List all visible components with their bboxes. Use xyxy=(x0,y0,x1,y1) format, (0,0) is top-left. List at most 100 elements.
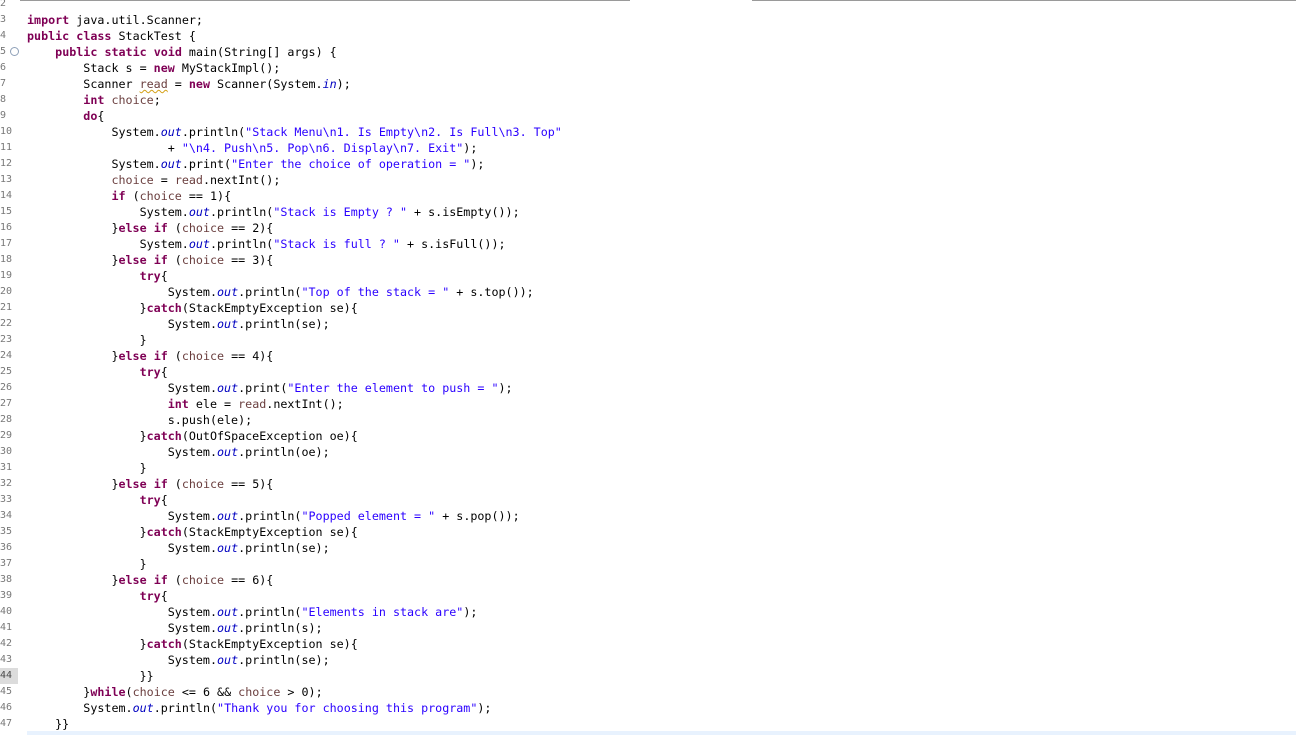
code-text: System.out.println("Stack Menu\n1. Is Em… xyxy=(27,125,562,139)
code-line[interactable]: 40 System.out.println("Elements in stack… xyxy=(0,604,1296,620)
line-number: 41 xyxy=(0,622,13,633)
line-number: 17 xyxy=(0,238,13,249)
code-text: System.out.println("Elements in stack ar… xyxy=(27,605,478,619)
code-line[interactable]: 43 System.out.println(se); xyxy=(0,652,1296,668)
code-line[interactable]: 20 System.out.println("Top of the stack … xyxy=(0,284,1296,300)
code-line[interactable]: 23 } xyxy=(0,332,1296,348)
code-line[interactable]: 46 System.out.println("Thank you for cho… xyxy=(0,700,1296,716)
code-line[interactable]: 19 try{ xyxy=(0,268,1296,284)
code-line[interactable]: 42 }catch(StackEmptyException se){ xyxy=(0,636,1296,652)
line-number: 9 xyxy=(0,110,7,121)
line-number: 28 xyxy=(0,414,13,425)
line-number: 14 xyxy=(0,190,13,201)
code-line[interactable]: 30 System.out.println(oe); xyxy=(0,444,1296,460)
line-number: 16 xyxy=(0,222,13,233)
code-line[interactable]: 11 + "\n4. Push\n5. Pop\n6. Display\n7. … xyxy=(0,140,1296,156)
code-text: System.out.print("Enter the element to p… xyxy=(27,381,513,395)
code-editor[interactable]: 2 3 import java.util.Scanner; 4 public class… xyxy=(0,0,1296,732)
line-number: 29 xyxy=(0,430,13,441)
line-number: 21 xyxy=(0,302,13,313)
code-line[interactable]: 38 }else if (choice == 6){ xyxy=(0,572,1296,588)
line-number: 35 xyxy=(0,526,13,537)
code-line[interactable]: 12 System.out.print("Enter the choice of… xyxy=(0,156,1296,172)
line-number: 19 xyxy=(0,270,13,281)
code-line[interactable]: 17 System.out.println("Stack is full ? "… xyxy=(0,236,1296,252)
code-line[interactable]: 21 }catch(StackEmptyException se){ xyxy=(0,300,1296,316)
line-number: 47 xyxy=(0,718,13,729)
line-number: 40 xyxy=(0,606,13,617)
code-line[interactable]: 9 do{ xyxy=(0,108,1296,124)
code-text: int choice; xyxy=(83,93,161,107)
line-number: 12 xyxy=(0,158,13,169)
code-line[interactable]: 26 System.out.print("Enter the element t… xyxy=(0,380,1296,396)
code-line[interactable]: 36 System.out.println(se); xyxy=(0,540,1296,556)
code-line[interactable]: 5 public static void main(String[] args)… xyxy=(0,44,1296,60)
line-number: 22 xyxy=(0,318,13,329)
code-text: public static void main(String[] args) { xyxy=(55,45,337,59)
code-text: try{ xyxy=(139,269,168,283)
fold-collapse-icon[interactable] xyxy=(10,47,19,56)
code-text: }else if (choice == 5){ xyxy=(27,477,274,491)
code-text: }while(choice <= 6 && choice > 0); xyxy=(27,685,323,699)
code-line[interactable]: 4 public class StackTest { xyxy=(0,28,1296,44)
code-text: System.out.println("Stack is full ? " + … xyxy=(27,237,506,251)
code-line[interactable]: 47 }} xyxy=(0,716,1296,732)
code-line[interactable]: 25 try{ xyxy=(0,364,1296,380)
code-line[interactable]: 29 }catch(OutOfSpaceException oe){ xyxy=(0,428,1296,444)
code-text: System.out.println("Thank you for choosi… xyxy=(27,701,492,715)
code-line[interactable]: 2 xyxy=(0,0,1296,12)
code-text: + "\n4. Push\n5. Pop\n6. Display\n7. Exi… xyxy=(27,141,478,155)
line-number: 23 xyxy=(0,334,13,345)
code-text: Stack s = new MyStackImpl(); xyxy=(27,61,281,75)
line-number: 31 xyxy=(0,462,13,473)
code-line[interactable]: 13 choice = read.nextInt(); xyxy=(0,172,1296,188)
code-line[interactable]: 24 }else if (choice == 4){ xyxy=(0,348,1296,364)
code-text: }else if (choice == 2){ xyxy=(27,221,274,235)
code-line[interactable]: 41 System.out.println(s); xyxy=(0,620,1296,636)
code-text: System.out.println(se); xyxy=(27,653,330,667)
code-line[interactable]: 45 }while(choice <= 6 && choice > 0); xyxy=(0,684,1296,700)
code-line[interactable]: 35 }catch(StackEmptyException se){ xyxy=(0,524,1296,540)
code-line[interactable]: 8 int choice; xyxy=(0,92,1296,108)
line-number: 39 xyxy=(0,590,13,601)
code-text: import java.util.Scanner; xyxy=(27,13,203,27)
code-line[interactable]: 37 } xyxy=(0,556,1296,572)
code-text: } xyxy=(27,333,147,347)
line-number: 36 xyxy=(0,542,13,553)
code-line[interactable]: 15 System.out.println("Stack is Empty ? … xyxy=(0,204,1296,220)
line-number: 24 xyxy=(0,350,13,361)
code-line[interactable]: 14 if (choice == 1){ xyxy=(0,188,1296,204)
code-text: System.out.println(oe); xyxy=(27,445,330,459)
line-number: 20 xyxy=(0,286,13,297)
code-line[interactable]: 10 System.out.println("Stack Menu\n1. Is… xyxy=(0,124,1296,140)
code-line[interactable]: 44 }} xyxy=(0,668,1296,684)
code-line[interactable]: 34 System.out.println("Popped element = … xyxy=(0,508,1296,524)
code-text: Scanner read = new Scanner(System.in); xyxy=(27,77,351,91)
code-line[interactable]: 18 }else if (choice == 3){ xyxy=(0,252,1296,268)
code-line[interactable]: 39 try{ xyxy=(0,588,1296,604)
code-text: }catch(StackEmptyException se){ xyxy=(27,301,358,315)
code-line[interactable]: 7 Scanner read = new Scanner(System.in); xyxy=(0,76,1296,92)
line-number: 2 xyxy=(0,0,7,9)
code-line[interactable]: 6 Stack s = new MyStackImpl(); xyxy=(0,60,1296,76)
code-line[interactable]: 32 }else if (choice == 5){ xyxy=(0,476,1296,492)
code-text: public class StackTest { xyxy=(27,29,196,43)
code-text: s.push(ele); xyxy=(27,413,253,427)
code-text: try{ xyxy=(139,589,168,603)
code-line[interactable]: 3 import java.util.Scanner; xyxy=(0,12,1296,28)
code-line[interactable]: 22 System.out.println(se); xyxy=(0,316,1296,332)
code-text: do{ xyxy=(83,109,105,123)
code-text: System.out.println("Popped element = " +… xyxy=(27,509,520,523)
code-line[interactable]: 28 s.push(ele); xyxy=(0,412,1296,428)
line-number: 25 xyxy=(0,366,13,377)
line-number: 32 xyxy=(0,478,13,489)
line-number: 11 xyxy=(0,142,13,153)
code-line[interactable]: 33 try{ xyxy=(0,492,1296,508)
line-number: 4 xyxy=(0,30,7,41)
code-line[interactable]: 27 int ele = read.nextInt(); xyxy=(0,396,1296,412)
code-line[interactable]: 16 }else if (choice == 2){ xyxy=(0,220,1296,236)
code-line[interactable]: 31 } xyxy=(0,460,1296,476)
line-number: 6 xyxy=(0,62,7,73)
code-text: try{ xyxy=(139,493,168,507)
code-text: }catch(OutOfSpaceException oe){ xyxy=(27,429,358,443)
